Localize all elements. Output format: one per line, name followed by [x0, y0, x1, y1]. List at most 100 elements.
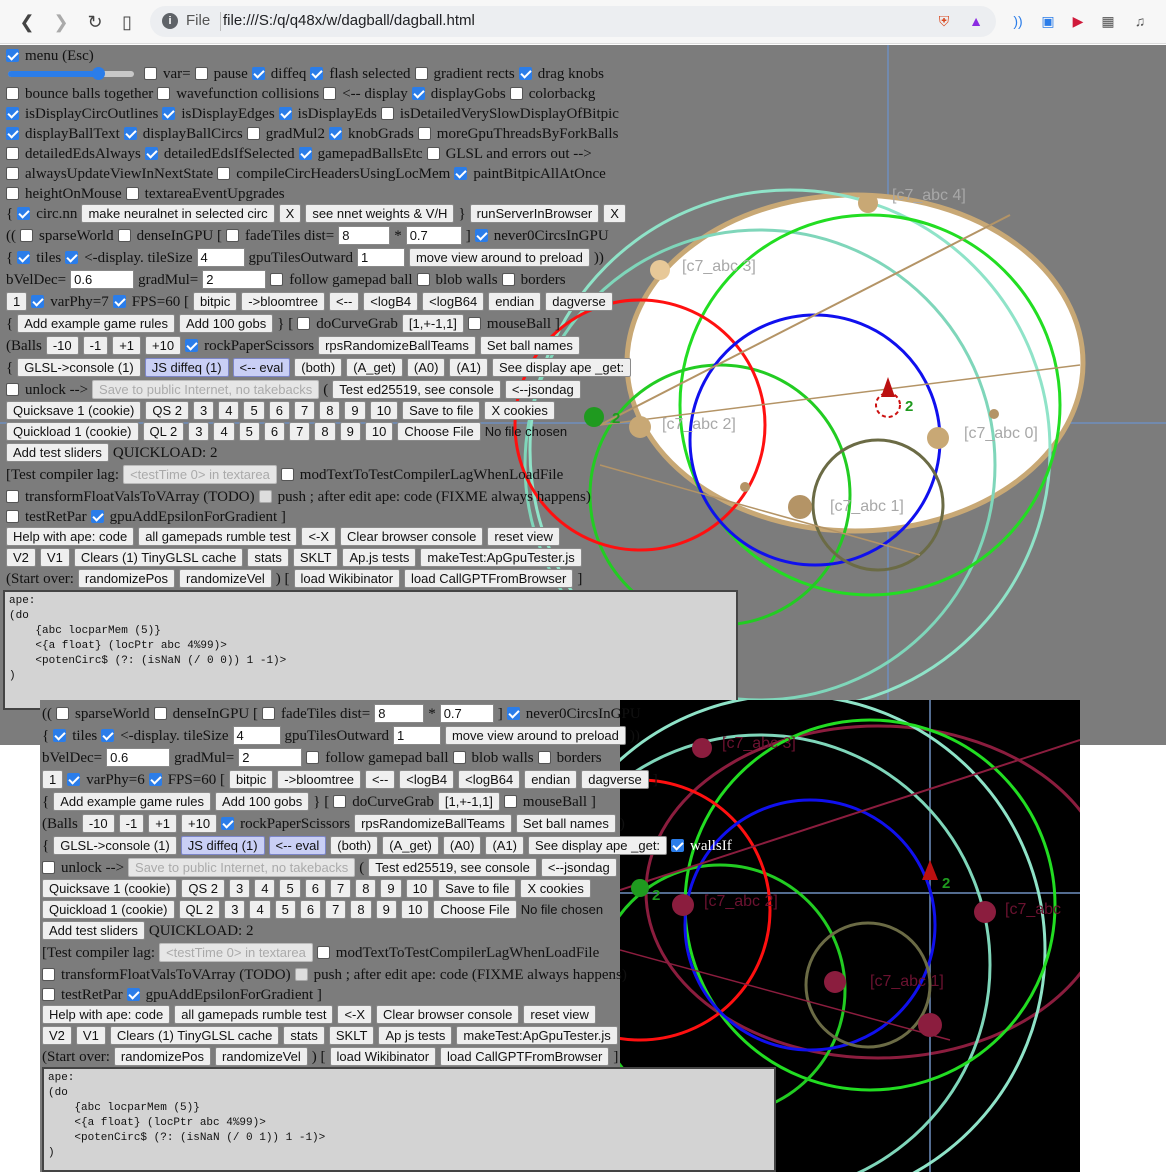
cb-flash[interactable] — [310, 67, 324, 80]
bitpic-button[interactable]: bitpic — [192, 292, 238, 311]
plus10-button[interactable]: +10 — [145, 336, 182, 355]
p2-test-ed25519-button[interactable]: Test ed25519, see console — [368, 858, 537, 877]
reload-icon[interactable]: ↻ — [84, 11, 106, 33]
site-info-icon[interactable]: i — [162, 13, 178, 29]
v2-button[interactable]: V2 — [6, 548, 36, 567]
p2-cb-fps[interactable] — [148, 773, 162, 786]
run-server-button[interactable]: runServerInBrowser — [469, 204, 600, 223]
p2-qs-5-button[interactable]: 5 — [279, 879, 301, 898]
p2-cb-transform[interactable] — [42, 968, 55, 981]
url-text[interactable]: file:///S:/q/q48x/w/dagball/dagball.html — [223, 12, 475, 29]
gpu-tiles-input[interactable]: 1 — [356, 248, 405, 267]
cb-textarea[interactable] — [125, 187, 139, 200]
fade-dist-input[interactable]: 8 — [338, 226, 391, 245]
ball-dark-1[interactable] — [824, 971, 846, 993]
p2-cb-gpuadd[interactable] — [126, 988, 140, 1001]
p2-both-button[interactable]: (both) — [330, 836, 379, 855]
media-extension-icon[interactable]: ▶ — [1068, 11, 1088, 31]
qs-8-button[interactable]: 8 — [319, 401, 341, 420]
menu-checkbox[interactable] — [6, 49, 19, 62]
p2-cb-rps[interactable] — [221, 817, 235, 830]
ql-3-button[interactable]: 3 — [188, 422, 210, 441]
clears-cache-button[interactable]: Clears (1) TinyGLSL cache — [73, 548, 244, 567]
cb-displaytile[interactable] — [65, 251, 79, 264]
cb-balltext[interactable] — [6, 127, 19, 140]
p2-v1-button[interactable]: V1 — [75, 1026, 106, 1045]
p2-load-wikibinator-button[interactable]: load Wikibinator — [329, 1047, 437, 1066]
rps-randomize-button[interactable]: rpsRandomizeBallTeams — [318, 336, 476, 355]
ball-dark-0[interactable] — [974, 901, 996, 923]
ql2-button[interactable]: QL 2 — [142, 422, 185, 441]
p2-cb-dense[interactable] — [153, 707, 167, 720]
p2-maketest-button[interactable]: makeTest:ApGpuTester.js — [456, 1026, 618, 1045]
cb-fps[interactable] — [112, 295, 126, 308]
bookmark-icon[interactable]: ▯ — [116, 11, 138, 33]
p2-cb-blob[interactable] — [452, 751, 466, 764]
cb-circoutlines[interactable] — [6, 107, 19, 120]
vec-button[interactable]: [1,+-1,1] — [401, 314, 464, 333]
load-callgpt-button[interactable]: load CallGPTFromBrowser — [404, 569, 574, 588]
p2-logb4-button[interactable]: <logB4 — [399, 770, 455, 789]
move-view-button[interactable]: move view around to preload — [408, 248, 590, 267]
cb-bounce[interactable] — [6, 87, 19, 100]
p2-move-view-button[interactable]: move view around to preload — [444, 726, 626, 745]
endian-button[interactable]: endian — [488, 292, 542, 311]
p2-aget-button[interactable]: (A_get) — [382, 836, 439, 855]
brave-shield-icon[interactable]: ⛨ — [934, 11, 954, 31]
cb-sparse[interactable] — [20, 229, 33, 242]
p2-js-diffeq-button[interactable]: JS diffeq (1) — [180, 836, 265, 855]
save-file-button[interactable]: Save to file — [402, 401, 481, 420]
apjs-tests-button[interactable]: Ap.js tests — [342, 548, 417, 567]
cb-var[interactable] — [144, 67, 157, 80]
cb-display[interactable] — [323, 87, 337, 100]
p2-qs-6-button[interactable]: 6 — [304, 879, 326, 898]
bloomtree-button[interactable]: ->bloomtree — [241, 292, 326, 311]
sklt-button[interactable]: SKLT — [292, 548, 339, 567]
p2-cb-follow[interactable] — [306, 751, 320, 764]
cb-rps[interactable] — [185, 339, 199, 352]
p2-rumble-button[interactable]: all gamepads rumble test — [174, 1005, 334, 1024]
cb-push[interactable] — [258, 490, 272, 503]
p2-randomize-pos-button[interactable]: randomizePos — [113, 1047, 212, 1066]
cb-paintbitpic[interactable] — [454, 167, 468, 180]
p2-one-button[interactable]: 1 — [42, 770, 64, 789]
logb64-button[interactable]: <logB64 — [422, 292, 485, 311]
reset-view-button[interactable]: reset view — [487, 527, 560, 546]
p2-qs-3-button[interactable]: 3 — [229, 879, 251, 898]
qs-3-button[interactable]: 3 — [193, 401, 215, 420]
cb-ballcircs[interactable] — [123, 127, 137, 140]
cb-docurve[interactable] — [297, 317, 311, 330]
cb-follow[interactable] — [270, 273, 284, 286]
cb-heightonmouse[interactable] — [6, 187, 19, 200]
make-neuralnet-button[interactable]: make neuralnet in selected circ — [81, 204, 275, 223]
p2-randomize-vel-button[interactable]: randomizeVel — [215, 1047, 308, 1066]
help-button[interactable]: Help with ape: code — [6, 527, 135, 546]
qs2-button[interactable]: QS 2 — [145, 401, 190, 420]
p2-ql2-button[interactable]: QL 2 — [178, 900, 221, 919]
clear-console-button[interactable]: Clear browser console — [340, 527, 484, 546]
rewards-icon[interactable]: ▲ — [966, 11, 986, 31]
plus1-button[interactable]: +1 — [112, 336, 142, 355]
p2-apjs-tests-button[interactable]: Ap js tests — [378, 1026, 453, 1045]
p2-quickload-button[interactable]: Quickload 1 (cookie) — [42, 900, 175, 919]
a1-button[interactable]: (A1) — [449, 358, 488, 377]
translate-icon[interactable]: ▣ — [1038, 11, 1058, 31]
dagverse-button[interactable]: dagverse — [545, 292, 613, 311]
glsl-console-button[interactable]: GLSL->console (1) — [17, 358, 141, 377]
ql-5-button[interactable]: 5 — [238, 422, 260, 441]
p2-fade-dist-input[interactable]: 8 — [374, 704, 425, 723]
qs-9-button[interactable]: 9 — [344, 401, 366, 420]
qs-5-button[interactable]: 5 — [243, 401, 265, 420]
ape-code-textarea-bottom[interactable]: ape: (do {abc locparMem (5)} <{a float} … — [42, 1067, 776, 1172]
cb-gradmul2[interactable] — [246, 127, 260, 140]
p2-cb-never0[interactable] — [506, 707, 520, 720]
back-icon[interactable]: ❮ — [16, 11, 38, 33]
close-server-button[interactable]: X — [603, 204, 626, 223]
p2-lx-button[interactable]: <-X — [337, 1005, 373, 1024]
p2-cb-fade[interactable] — [262, 707, 276, 720]
p2-bveldec-input[interactable]: 0.6 — [106, 748, 171, 767]
stats-button[interactable]: stats — [247, 548, 289, 567]
p2-a0-button[interactable]: (A0) — [442, 836, 482, 855]
cb-dense[interactable] — [117, 229, 131, 242]
p2-endian-button[interactable]: endian — [524, 770, 578, 789]
